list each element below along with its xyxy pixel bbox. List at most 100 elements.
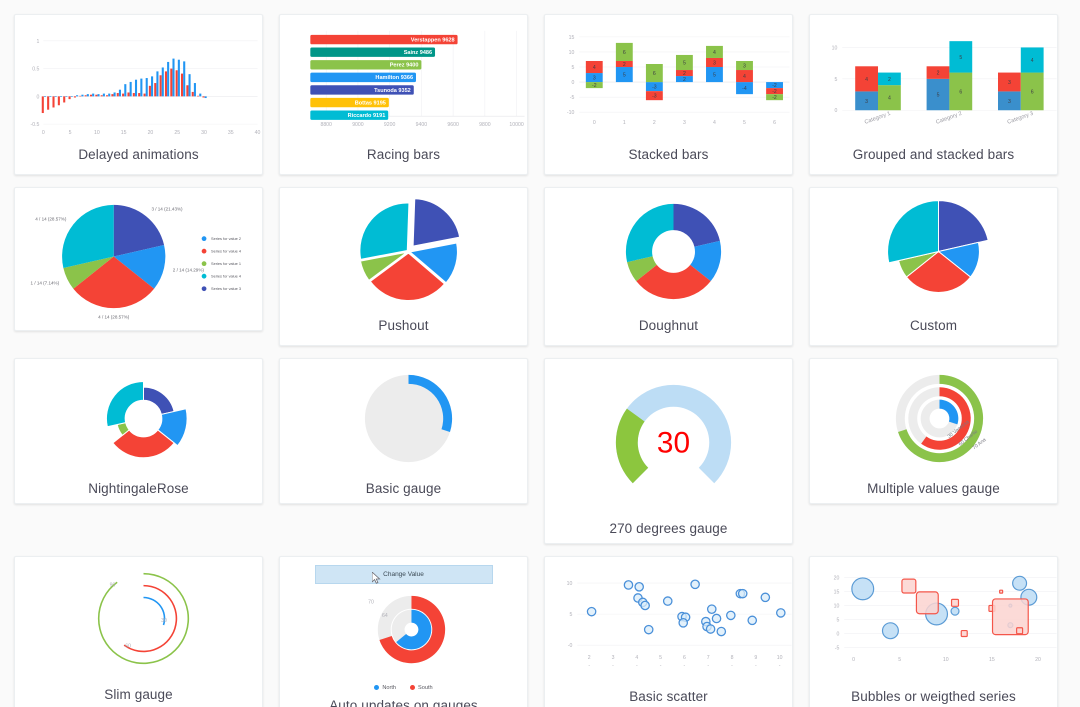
mouse-cursor-icon	[371, 572, 381, 584]
svg-text:90: 90	[110, 582, 116, 588]
card-title: Stacked bars	[628, 147, 709, 162]
cell-nightingalerose: NightingaleRose	[6, 352, 271, 550]
change-value-button[interactable]: Change Value	[314, 565, 493, 584]
card-title: Bubbles or weigthed series	[851, 689, 1016, 704]
card-auto-updates-on-gauges[interactable]: Change Value 70 64 North South Auto updat…	[279, 556, 528, 707]
card-stacked-bars[interactable]: 15 10 5 0 -5 -10 3 4 -2 5 2 6 -3 -3 6 2 2 5 5 3 4 -4 4 3 -2 -2 -2…	[544, 14, 793, 175]
chart-racing-bars: Verstappen 9628 Sainz 9486 Perez 9400 Hamil…	[284, 21, 525, 140]
svg-text:-: -	[731, 663, 733, 669]
svg-text:0: 0	[834, 108, 837, 114]
chart-pushout	[284, 194, 523, 311]
svg-text:4: 4	[635, 655, 638, 661]
svg-text:0: 0	[42, 130, 45, 136]
svg-text:-2: -2	[772, 95, 777, 101]
svg-text:6: 6	[959, 89, 962, 95]
cell-degrees-gauge: 30 270 degrees gauge	[536, 352, 801, 550]
svg-text:0.5: 0.5	[32, 67, 39, 73]
svg-text:15: 15	[989, 657, 995, 663]
card-degrees-gauge[interactable]: 30 270 degrees gauge	[544, 358, 793, 544]
cell-basic-scatter: 10 5 -0 2 - 3 - 4 - 5 - 6 - 7 - 8 - 9 - 10 - Basic scatter	[536, 550, 801, 707]
svg-text:Category 1: Category 1	[864, 111, 892, 126]
cell-stacked-bars: 15 10 5 0 -5 -10 3 4 -2 5 2 6 -3 -3 6 2 2 5 5 3 4 -4 4 3 -2 -2 -2…	[536, 8, 801, 181]
svg-text:Category 3: Category 3	[1007, 111, 1035, 126]
svg-text:5: 5	[898, 657, 901, 663]
svg-text:Bottas 9195: Bottas 9195	[355, 100, 386, 106]
cell-bubbles: 20 15 10 5 0 -5 0 5 10 15 20 Bubbles or weigthed …	[801, 550, 1066, 707]
svg-text:5: 5	[659, 655, 662, 661]
card-bubbles[interactable]: 20 15 10 5 0 -5 0 5 10 15 20 Bubbles or weigthed …	[809, 556, 1058, 707]
svg-text:Series for value 1: Series for value 1	[211, 261, 241, 266]
change-value-label: Change Value	[383, 571, 424, 578]
svg-text:1: 1	[623, 120, 626, 126]
svg-text:4: 4	[865, 77, 868, 83]
svg-text:1 / 14 (7.14%): 1 / 14 (7.14%)	[31, 280, 60, 285]
svg-text:3 / 14 (21.43%): 3 / 14 (21.43%)	[151, 206, 183, 211]
svg-text:3: 3	[743, 63, 746, 69]
svg-text:64: 64	[382, 613, 388, 619]
card-multiple-values-gauge[interactable]: 70 Ana 60 Charlie 30 Vanessa Multiple valu…	[809, 358, 1058, 504]
card-custom[interactable]: Custom	[809, 187, 1058, 346]
svg-text:10000: 10000	[509, 122, 523, 128]
svg-text:10: 10	[94, 130, 100, 136]
svg-text:9: 9	[754, 655, 757, 661]
svg-text:-5: -5	[570, 95, 575, 101]
card-grouped-and-stacked-bars[interactable]: 10 5 0 3 4 4 2 5 2 6 5 3 3 6 4 Category 1 Category 2 Ca…	[809, 14, 1058, 175]
bubbles-svg: 20 15 10 5 0 -5 0 5 10 15 20	[834, 576, 1057, 663]
svg-text:60: 60	[125, 643, 131, 649]
svg-text:4 / 14 (28.57%): 4 / 14 (28.57%)	[35, 216, 67, 221]
svg-text:Tsunoda 9352: Tsunoda 9352	[374, 88, 411, 94]
card-nightingalerose[interactable]: NightingaleRose	[14, 358, 263, 504]
basic-scatter-svg: 10 5 -0 2 - 3 - 4 - 5 - 6 - 7 - 8 - 9 - 10 -	[567, 579, 792, 669]
cell-doughnut: Doughnut	[536, 181, 801, 352]
svg-text:-: -	[755, 663, 757, 669]
svg-text:10: 10	[567, 581, 573, 587]
svg-text:-: -	[684, 663, 686, 669]
chart-basic-scatter: 10 5 -0 2 - 3 - 4 - 5 - 6 - 7 - 8 - 9 - 10 -	[549, 563, 792, 682]
doughnut-svg	[625, 203, 722, 300]
chart-grouped-and-stacked-bars: 10 5 0 3 4 4 2 5 2 6 5 3 3 6 4 Category 1 Category 2 Ca…	[814, 21, 1057, 140]
svg-text:Series for value 3: Series for value 3	[211, 286, 241, 291]
card-racing-bars[interactable]: Verstappen 9628 Sainz 9486 Perez 9400 Hamil…	[279, 14, 528, 175]
card-title: Slim gauge	[104, 687, 173, 702]
svg-text:1: 1	[37, 39, 40, 45]
svg-text:Series for value 2: Series for value 2	[211, 236, 241, 241]
svg-text:8: 8	[731, 655, 734, 661]
basic-gauge-svg	[364, 374, 453, 463]
card-pushout[interactable]: Pushout	[279, 187, 528, 346]
cell-basic-gauge: Basic gauge	[271, 352, 536, 550]
card-basic-gauge[interactable]: Basic gauge	[279, 358, 528, 504]
svg-text:2 / 14 (14.29%): 2 / 14 (14.29%)	[173, 267, 205, 272]
svg-text:5: 5	[569, 612, 572, 618]
card-basic-scatter[interactable]: 10 5 -0 2 - 3 - 4 - 5 - 6 - 7 - 8 - 9 - 10 - Basic scatter	[544, 556, 793, 707]
svg-text:2: 2	[888, 77, 891, 83]
card-slim-gauge[interactable]: 90 60 30 Slim gauge	[14, 556, 263, 707]
cell-multiple-values-gauge: 70 Ana 60 Charlie 30 Vanessa Multiple valu…	[801, 352, 1066, 550]
card-title: Multiple values gauge	[867, 481, 1000, 496]
svg-text:-4: -4	[742, 86, 747, 92]
svg-text:6: 6	[683, 655, 686, 661]
card-title: Delayed animations	[78, 147, 199, 162]
svg-text:Riccardo 9191: Riccardo 9191	[348, 113, 386, 119]
card-delayed-animations[interactable]: 1 0.5 0 -0.5 0 5 10 15 20 25 30 35 40 Delayed an…	[14, 14, 263, 175]
card-title: Basic gauge	[365, 481, 442, 496]
cell-racing-bars: Verstappen 9628 Sainz 9486 Perez 9400 Hamil…	[271, 8, 536, 181]
svg-text:15: 15	[121, 130, 127, 136]
chart-slim-gauge: 90 60 30	[19, 563, 258, 680]
racing-bars-svg: Verstappen 9628 Sainz 9486 Perez 9400 Hamil…	[310, 30, 525, 128]
svg-text:70: 70	[368, 599, 374, 605]
svg-text:-10: -10	[567, 110, 575, 116]
chart-gallery: 1 0.5 0 -0.5 0 5 10 15 20 25 30 35 40 Delayed an…	[0, 0, 1080, 707]
svg-text:9800: 9800	[479, 122, 491, 128]
svg-text:-: -	[612, 663, 614, 669]
svg-text:-0.5: -0.5	[31, 122, 40, 128]
card-doughnut[interactable]: Doughnut	[544, 187, 793, 346]
svg-text:3: 3	[593, 76, 596, 82]
svg-text:5: 5	[713, 73, 716, 79]
card-pie-with-legend[interactable]: 3 / 14 (21.43%) 2 / 14 (14.29%) 4 / 14 (28…	[14, 187, 263, 331]
svg-text:3: 3	[683, 120, 686, 126]
svg-text:9600: 9600	[447, 122, 459, 128]
svg-text:-0: -0	[568, 643, 573, 649]
svg-text:-: -	[636, 663, 638, 669]
svg-text:10: 10	[832, 45, 838, 51]
svg-text:-3: -3	[652, 94, 657, 100]
